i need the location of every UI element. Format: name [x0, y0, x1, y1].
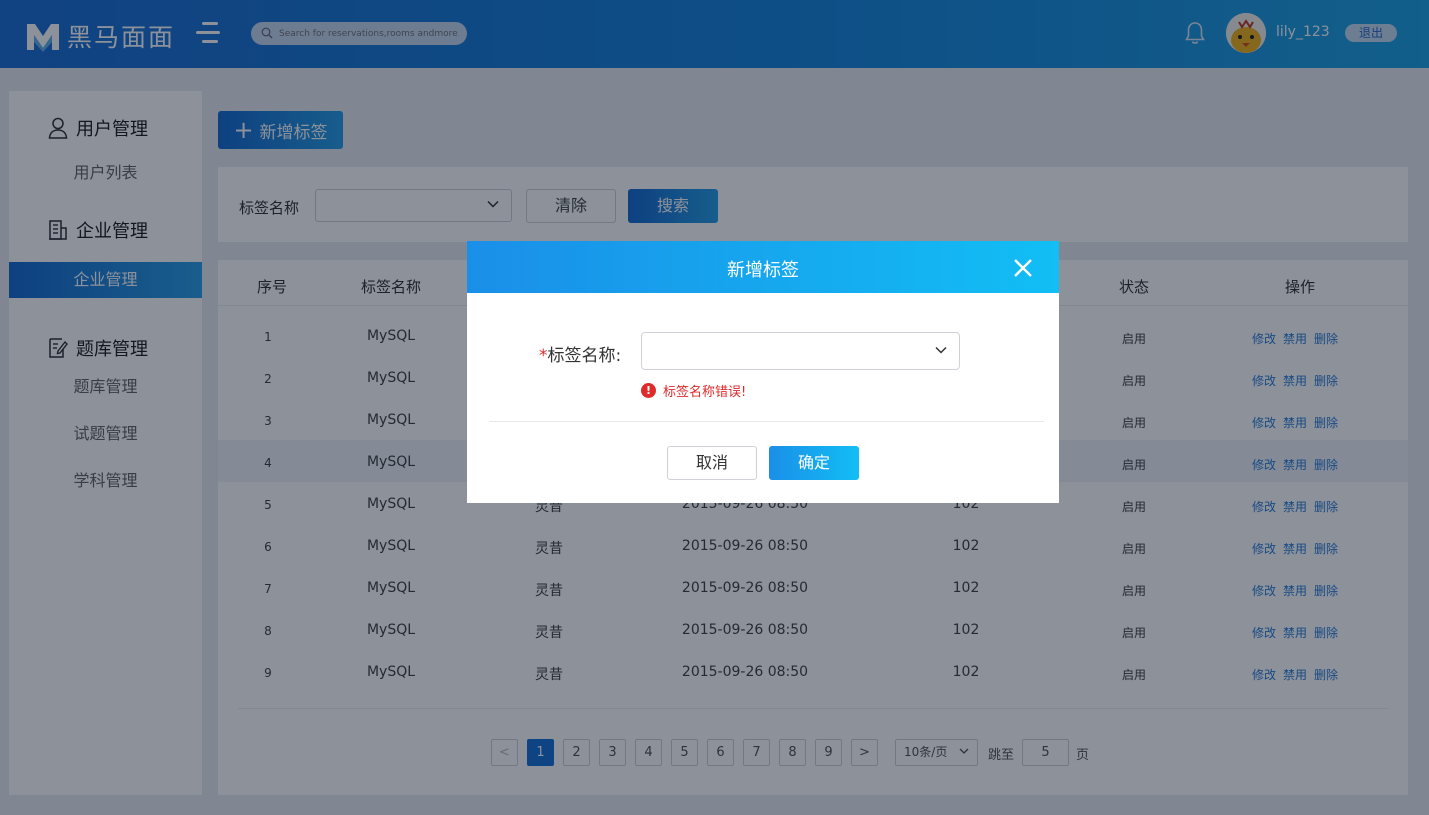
chevron-down-icon — [935, 346, 947, 354]
close-icon[interactable] — [1013, 258, 1033, 278]
tag-name-field-text: 标签名称: — [547, 346, 622, 366]
validation-error: ! 标签名称错误! — [641, 381, 746, 400]
add-tag-dialog: 新增标签 *标签名称: ! 标签名称错误! 取消 确定 — [467, 241, 1059, 503]
dialog-header: 新增标签 — [467, 241, 1059, 293]
dialog-divider — [489, 421, 1044, 422]
dialog-title: 新增标签 — [727, 260, 799, 281]
dialog-tag-name-select[interactable] — [641, 332, 960, 370]
required-mark: * — [539, 346, 548, 366]
error-message: 标签名称错误! — [663, 385, 747, 400]
cancel-button[interactable]: 取消 — [667, 446, 757, 480]
tag-name-field-label: *标签名称: — [539, 341, 621, 366]
error-icon: ! — [641, 383, 656, 398]
confirm-button[interactable]: 确定 — [769, 446, 859, 480]
